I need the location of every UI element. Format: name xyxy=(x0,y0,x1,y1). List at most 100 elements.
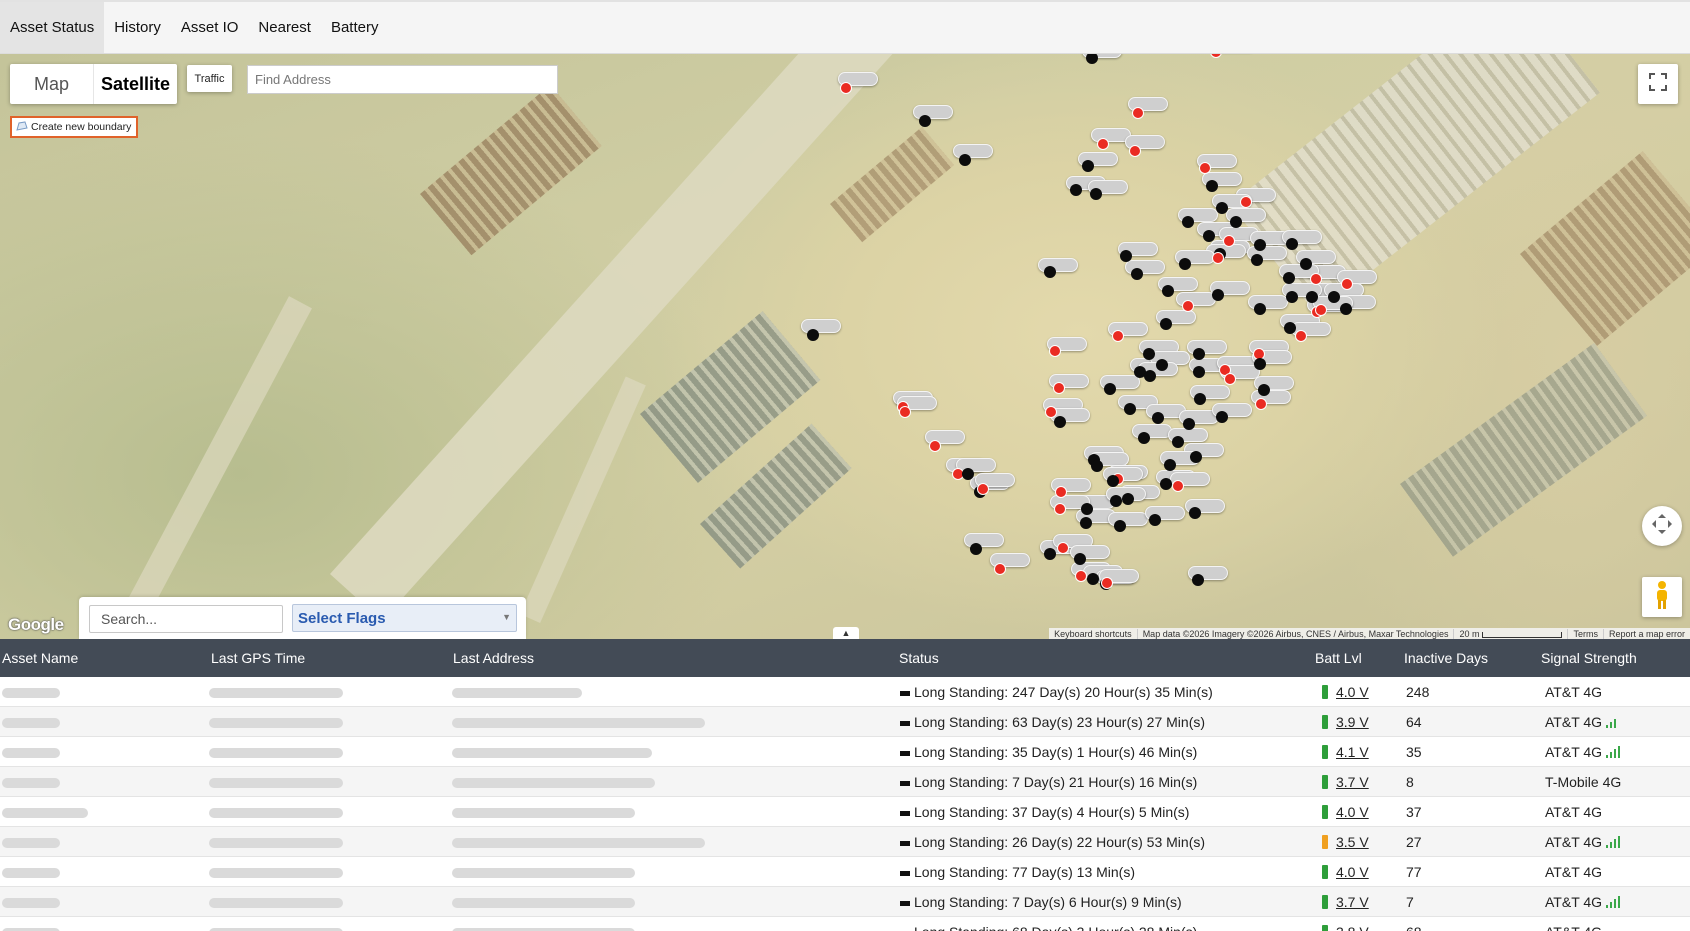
table-row[interactable]: Long Standing: 26 Day(s) 22 Hour(s) 53 M… xyxy=(0,827,1690,857)
table-row[interactable]: Long Standing: 68 Day(s) 3 Hour(s) 28 Mi… xyxy=(0,917,1690,931)
asset-marker-red[interactable] xyxy=(1049,345,1061,357)
asset-marker-black[interactable] xyxy=(1124,403,1136,415)
asset-marker-red[interactable] xyxy=(1075,570,1087,582)
asset-marker-black[interactable] xyxy=(1286,238,1298,250)
asset-marker-red[interactable] xyxy=(1057,542,1069,554)
asset-marker-black[interactable] xyxy=(1122,493,1134,505)
asset-marker-black[interactable] xyxy=(919,115,931,127)
battery-voltage-link[interactable]: 3.5 V xyxy=(1336,834,1369,850)
collapse-panel-button[interactable]: ▲ xyxy=(833,627,859,639)
keyboard-shortcuts-link[interactable]: Keyboard shortcuts xyxy=(1049,629,1137,639)
asset-marker-black[interactable] xyxy=(1160,478,1172,490)
camera-pan-control[interactable] xyxy=(1642,506,1682,546)
table-row[interactable]: Long Standing: 7 Day(s) 6 Hour(s) 9 Min(… xyxy=(0,887,1690,917)
asset-marker-black[interactable] xyxy=(1192,574,1204,586)
asset-marker-red[interactable] xyxy=(1310,273,1322,285)
column-status[interactable]: Status xyxy=(899,650,939,666)
asset-marker-red[interactable] xyxy=(1054,503,1066,515)
asset-marker-black[interactable] xyxy=(1286,291,1298,303)
asset-marker-black[interactable] xyxy=(962,468,974,480)
street-view-pegman[interactable] xyxy=(1642,577,1682,617)
asset-marker-black[interactable] xyxy=(1152,412,1164,424)
asset-marker-red[interactable] xyxy=(1315,304,1327,316)
table-row[interactable]: Long Standing: 7 Day(s) 21 Hour(s) 16 Mi… xyxy=(0,767,1690,797)
asset-marker-red[interactable] xyxy=(1255,398,1267,410)
battery-voltage-link[interactable]: 4.1 V xyxy=(1336,744,1369,760)
asset-marker-black[interactable] xyxy=(1190,451,1202,463)
asset-marker-red[interactable] xyxy=(1055,486,1067,498)
asset-marker-black[interactable] xyxy=(1081,503,1093,515)
asset-marker-red[interactable] xyxy=(929,440,941,452)
asset-marker-red[interactable] xyxy=(1101,577,1113,589)
asset-marker-black[interactable] xyxy=(1172,436,1184,448)
asset-marker-black[interactable] xyxy=(1216,202,1228,214)
table-row[interactable]: Long Standing: 247 Day(s) 20 Hour(s) 35 … xyxy=(0,677,1690,707)
battery-voltage-link[interactable]: 4.0 V xyxy=(1336,684,1369,700)
asset-marker-black[interactable] xyxy=(1138,432,1150,444)
asset-marker-black[interactable] xyxy=(1087,573,1099,585)
battery-voltage-link[interactable]: 3.7 V xyxy=(1336,894,1369,910)
fullscreen-button[interactable] xyxy=(1638,64,1678,104)
asset-marker-black[interactable] xyxy=(1328,291,1340,303)
asset-marker-red[interactable] xyxy=(1097,138,1109,150)
asset-marker-black[interactable] xyxy=(970,543,982,555)
map-type-map-button[interactable]: Map xyxy=(10,64,94,104)
asset-marker-red[interactable] xyxy=(840,82,852,94)
asset-marker-black[interactable] xyxy=(1254,358,1266,370)
traffic-toggle-button[interactable]: Traffic xyxy=(187,65,232,92)
battery-voltage-link[interactable]: 4.0 V xyxy=(1336,864,1369,880)
tab-asset-io[interactable]: Asset IO xyxy=(171,2,249,53)
asset-marker-black[interactable] xyxy=(1156,359,1168,371)
asset-marker-black[interactable] xyxy=(1044,266,1056,278)
asset-marker-black[interactable] xyxy=(1104,383,1116,395)
asset-marker-black[interactable] xyxy=(1110,495,1122,507)
asset-marker-red[interactable] xyxy=(1132,107,1144,119)
battery-voltage-link[interactable]: 3.9 V xyxy=(1336,714,1369,730)
asset-marker-black[interactable] xyxy=(1090,188,1102,200)
satellite-map[interactable]: Map Satellite Traffic Create new boundar… xyxy=(0,54,1690,639)
asset-marker-black[interactable] xyxy=(1206,180,1218,192)
column-inactive-days[interactable]: Inactive Days xyxy=(1404,650,1488,666)
map-type-satellite-button[interactable]: Satellite xyxy=(94,64,177,104)
asset-marker-black[interactable] xyxy=(1306,291,1318,303)
asset-marker-red[interactable] xyxy=(994,563,1006,575)
table-row[interactable]: Long Standing: 63 Day(s) 23 Hour(s) 27 M… xyxy=(0,707,1690,737)
column-signal-strength[interactable]: Signal Strength xyxy=(1541,650,1637,666)
asset-marker-black[interactable] xyxy=(1212,289,1224,301)
column-batt-lvl[interactable]: Batt Lvl xyxy=(1315,650,1362,666)
asset-marker-red[interactable] xyxy=(1295,330,1307,342)
asset-marker-red[interactable] xyxy=(977,483,989,495)
select-flags-dropdown[interactable]: Select Flags ▼ xyxy=(292,604,517,632)
asset-marker-black[interactable] xyxy=(1149,514,1161,526)
scale-indicator[interactable]: 20 m xyxy=(1453,629,1567,639)
asset-marker-red[interactable] xyxy=(1045,406,1057,418)
tab-history[interactable]: History xyxy=(104,2,171,53)
asset-marker-red[interactable] xyxy=(1182,300,1194,312)
asset-marker-red[interactable] xyxy=(1224,373,1236,385)
asset-marker-black[interactable] xyxy=(1082,160,1094,172)
asset-marker-black[interactable] xyxy=(1091,460,1103,472)
asset-marker-black[interactable] xyxy=(1340,303,1352,315)
asset-marker-red[interactable] xyxy=(1212,252,1224,264)
terms-link[interactable]: Terms xyxy=(1567,629,1603,639)
asset-marker-black[interactable] xyxy=(1120,250,1132,262)
create-boundary-button[interactable]: Create new boundary xyxy=(10,116,138,138)
asset-marker-red[interactable] xyxy=(1341,278,1353,290)
asset-marker-black[interactable] xyxy=(1230,216,1242,228)
tab-battery[interactable]: Battery xyxy=(321,2,389,53)
asset-marker-black[interactable] xyxy=(1070,184,1082,196)
asset-marker-black[interactable] xyxy=(1131,268,1143,280)
asset-marker-black[interactable] xyxy=(1074,553,1086,565)
asset-marker-black[interactable] xyxy=(1144,370,1156,382)
asset-marker-black[interactable] xyxy=(1183,418,1195,430)
asset-marker-black[interactable] xyxy=(1044,548,1056,560)
asset-marker-black[interactable] xyxy=(1254,239,1266,251)
asset-marker-red[interactable] xyxy=(1053,382,1065,394)
asset-marker-black[interactable] xyxy=(1251,254,1263,266)
column-last-gps-time[interactable]: Last GPS Time xyxy=(211,650,305,666)
asset-marker-black[interactable] xyxy=(1254,303,1266,315)
tab-nearest[interactable]: Nearest xyxy=(248,2,321,53)
asset-marker-black[interactable] xyxy=(1193,366,1205,378)
asset-marker-black[interactable] xyxy=(1054,416,1066,428)
column-asset-name[interactable]: Asset Name xyxy=(2,650,78,666)
